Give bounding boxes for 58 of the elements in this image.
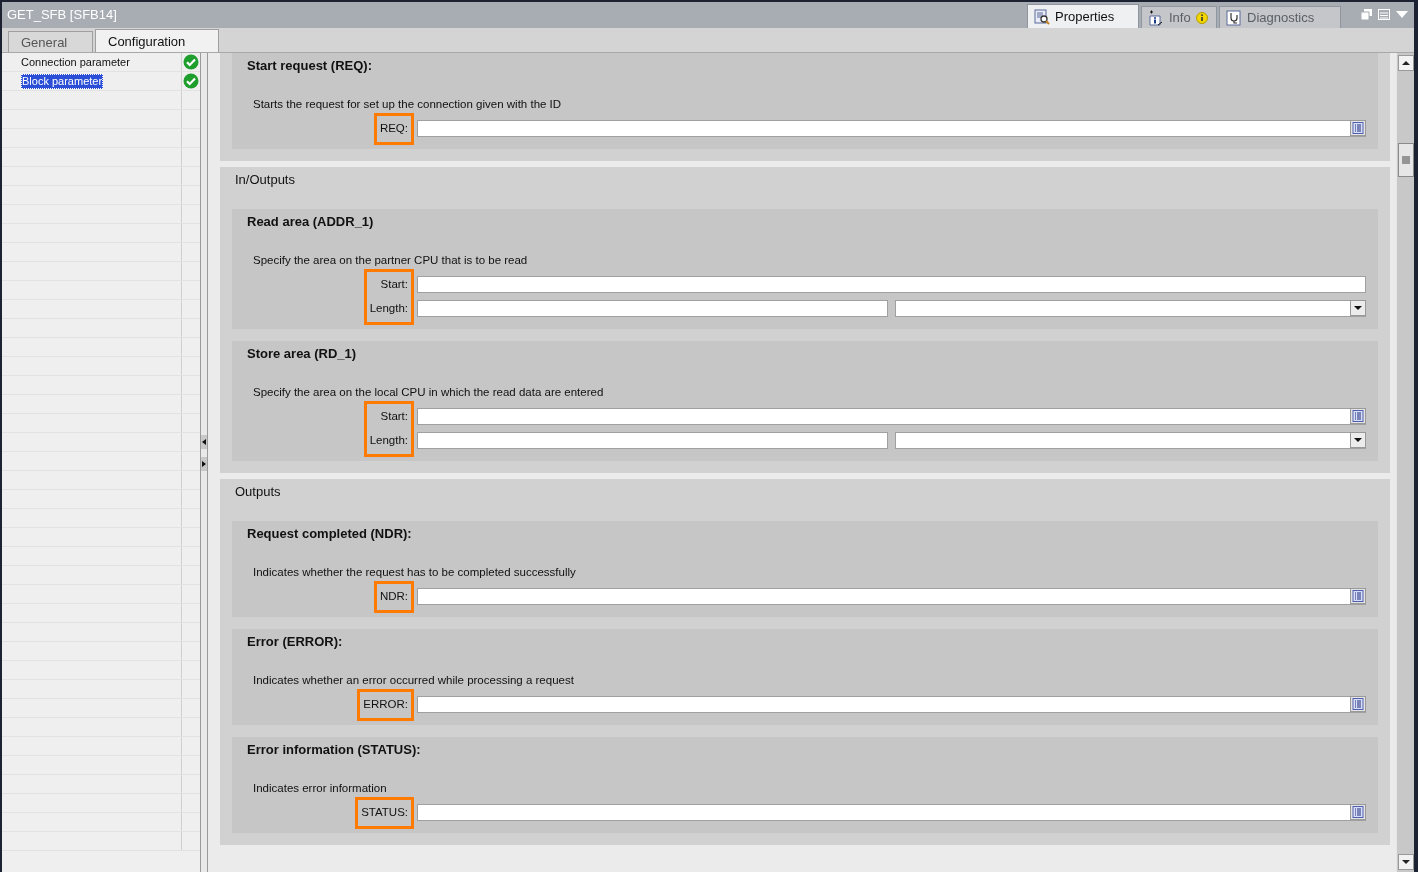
info-icon (1195, 11, 1208, 24)
collapse-left-icon[interactable] (201, 434, 207, 449)
input-field[interactable] (417, 803, 1366, 821)
section-description: Specify the area on the partner CPU that is to be read (252, 253, 529, 268)
list-icon[interactable] (1350, 407, 1366, 424)
section-heading: Error (ERROR): (247, 634, 344, 650)
section-heading: Read area (ADDR_1) (247, 214, 375, 230)
input-field[interactable] (417, 407, 1366, 425)
field-label: Length: (369, 301, 408, 316)
inspector-tab[interactable]: Diagnostics (1219, 6, 1341, 28)
window-title: GET_SFB [SFB14] (6, 7, 118, 24)
magnifier-icon (1034, 8, 1050, 25)
group-heading: Outputs (234, 484, 282, 500)
sidebar-item[interactable]: Connection parameter (2, 53, 181, 71)
section-description: Specify the area on the local CPU in which the read data are entered (252, 385, 605, 400)
field-label: REQ: (379, 121, 408, 136)
section-description: Indicates whether an error occurred while processing a request (252, 673, 575, 688)
input-field[interactable] (417, 275, 1366, 293)
field-label: Length: (369, 433, 408, 448)
field-label: ERROR: (363, 697, 408, 712)
tab[interactable]: Configuration (95, 29, 219, 52)
vertical-scrollbar[interactable] (1396, 53, 1414, 872)
section-heading: Error information (STATUS): (247, 742, 422, 758)
stethoscope-icon (1226, 9, 1242, 26)
dropdown-icon[interactable] (1350, 299, 1366, 316)
dropdown-field[interactable] (895, 299, 1366, 317)
field-label: STATUS: (361, 805, 408, 820)
input-field[interactable] (417, 587, 1366, 605)
section-heading: Request completed (NDR): (247, 526, 413, 542)
list-icon[interactable] (1350, 119, 1366, 136)
field-label: Start: (379, 409, 408, 424)
input-field[interactable] (417, 119, 1366, 137)
section-heading: Start request (REQ): (247, 58, 373, 74)
list-icon[interactable] (1350, 803, 1366, 820)
info-arrow-icon (1148, 9, 1164, 26)
scroll-thumb[interactable] (1397, 143, 1414, 177)
inspector-tab[interactable]: Properties (1027, 4, 1139, 28)
field-label: Start: (379, 277, 408, 292)
field-label: NDR: (379, 589, 408, 604)
sidebar-item[interactable]: Block parameter (21, 74, 104, 89)
input-field[interactable] (417, 299, 888, 317)
section-description: Indicates error information (252, 781, 388, 796)
section-description: Indicates whether the request has to be completed successfully (252, 565, 577, 580)
inspector-tab[interactable]: Info (1141, 6, 1217, 28)
scroll-up-icon[interactable] (1397, 55, 1414, 71)
input-field[interactable] (417, 695, 1366, 713)
tab[interactable]: General (8, 31, 93, 52)
input-field[interactable] (417, 431, 888, 449)
scroll-down-icon[interactable] (1397, 854, 1414, 870)
list-icon[interactable] (1350, 587, 1366, 604)
dropdown-field[interactable] (895, 431, 1366, 449)
section-description: Starts the request for set up the connection given with the ID (252, 97, 563, 112)
list-icon[interactable] (1350, 695, 1366, 712)
dropdown-icon[interactable] (1350, 431, 1366, 448)
expand-right-icon[interactable] (201, 456, 207, 471)
section-heading: Store area (RD_1) (247, 346, 358, 362)
restore-icon[interactable] (1361, 9, 1372, 20)
group-heading: In/Outputs (234, 172, 296, 188)
